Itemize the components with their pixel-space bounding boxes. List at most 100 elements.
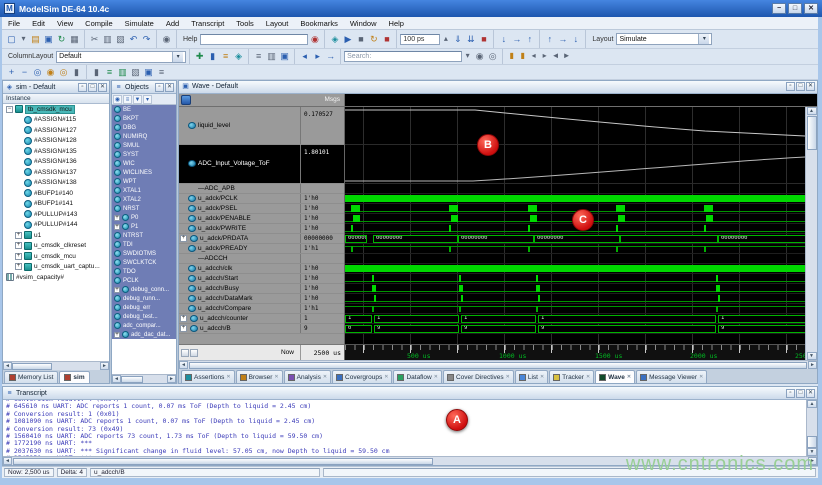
scroll-up-icon[interactable]: ▲ (807, 400, 817, 408)
edge-next-icon[interactable]: ► (561, 50, 572, 63)
object-item[interactable]: WICLINES (112, 168, 176, 177)
tree-item[interactable]: #PULLUP#144 (3, 220, 109, 231)
expand-icon[interactable] (114, 287, 120, 293)
wave-canvas[interactable]: 00000000 00000000 00000000 00000000 0000… (345, 107, 805, 360)
menu-item[interactable]: Help (383, 19, 410, 28)
search-exact-icon[interactable]: ◉ (473, 50, 486, 63)
step-next-icon[interactable]: → (556, 33, 569, 46)
wave-signal-row[interactable]: u_adcch/Compare 1'h1 (179, 304, 344, 314)
sim-float-icon[interactable]: □ (88, 83, 97, 92)
object-item[interactable]: TDI (112, 240, 176, 249)
tree-item[interactable]: #vsim_capacity# (3, 272, 109, 283)
wave-signal-row[interactable]: u_adcch/clk 1'h0 (179, 264, 344, 274)
window-tab[interactable]: Wave ✕ (595, 370, 635, 383)
tab-close-icon[interactable]: ✕ (384, 374, 388, 380)
add-wave-icon[interactable]: ✚ (193, 50, 206, 63)
wave-signal-row[interactable]: ADCCH (179, 254, 344, 264)
maximize-button[interactable]: □ (788, 3, 802, 14)
tree-item[interactable]: u_cmsdk_clkreset (3, 241, 109, 252)
objects-dock-icon[interactable]: ▫ (155, 83, 164, 92)
expand-icon[interactable] (15, 242, 22, 249)
paste-icon[interactable]: ▧ (114, 33, 127, 46)
menu-item[interactable]: Add (160, 19, 185, 28)
tab-close-icon[interactable]: ✕ (434, 374, 438, 380)
tab-close-icon[interactable]: ✕ (226, 374, 230, 380)
tree-item[interactable]: u_cmsdk_mcu (3, 251, 109, 262)
wave-signal-row[interactable]: u_adcch/B 9 (179, 324, 344, 334)
tree-item[interactable]: #ASSIGN#135 (3, 146, 109, 157)
object-item[interactable]: TDO (112, 267, 176, 276)
object-item[interactable]: P1 (112, 222, 176, 231)
object-item[interactable]: debug_runn... (112, 294, 176, 303)
tree-item[interactable]: #BUFP1#141 (3, 199, 109, 210)
save-icon[interactable]: ▣ (42, 33, 55, 46)
open-icon[interactable]: ▤ (29, 33, 42, 46)
select-mode-icon[interactable]: ▮ (90, 66, 103, 79)
cursor-lock-icon[interactable] (190, 349, 198, 357)
zoom-range-icon[interactable]: ◉ (44, 66, 57, 79)
tree-item[interactable]: #ASSIGN#138 (3, 178, 109, 189)
sim-tab[interactable]: sim (59, 371, 89, 383)
expand-icon[interactable] (15, 253, 22, 260)
minimize-button[interactable]: − (772, 3, 786, 14)
insert-mode-icon[interactable]: ≡ (103, 66, 116, 79)
objects-view-icon[interactable]: ≡ (123, 95, 132, 104)
object-item[interactable]: PCLK (112, 276, 176, 285)
menu-item[interactable]: Tools (230, 19, 260, 28)
redo-icon[interactable]: ↷ (140, 33, 153, 46)
tab-close-icon[interactable]: ✕ (274, 374, 278, 380)
scroll-thumb[interactable] (189, 362, 807, 369)
menu-item[interactable]: Edit (26, 19, 51, 28)
edge-prev-icon[interactable]: ◄ (550, 50, 561, 63)
wave-signal-row[interactable]: u_adck/PCLK 1'h0 (179, 194, 344, 204)
wave-close-icon[interactable]: ✕ (806, 82, 815, 91)
help-find-icon[interactable]: ◉ (308, 33, 321, 46)
object-item[interactable]: WIC (112, 159, 176, 168)
new-dropdown-icon[interactable]: ▾ (18, 33, 29, 46)
object-item[interactable]: debug_conn... (112, 285, 176, 294)
cut-icon[interactable]: ✂ (88, 33, 101, 46)
expand-time-icon[interactable]: ▥ (116, 66, 129, 79)
tab-close-icon[interactable]: ✕ (506, 374, 510, 380)
tree-item[interactable]: tb_cmsdk_mcu (3, 104, 109, 115)
object-item[interactable]: adc_dac_dat... (112, 330, 176, 339)
wave-group-icon[interactable] (181, 95, 191, 105)
tree-item[interactable]: u1 (3, 230, 109, 241)
sim-dock-icon[interactable]: ▫ (78, 83, 87, 92)
continue-run-icon[interactable]: ⇊ (464, 33, 477, 46)
sim-tab[interactable]: Memory List (4, 371, 58, 383)
cursor-prev-icon[interactable]: ◂ (528, 50, 539, 63)
add-cursor-icon[interactable]: ▮ (206, 50, 219, 63)
collapse-time-icon[interactable]: ▧ (129, 66, 142, 79)
object-item[interactable]: WPT (112, 177, 176, 186)
msgs-header[interactable]: Msgs (324, 96, 344, 103)
compile-icon[interactable]: ◈ (328, 33, 341, 46)
scroll-right-icon[interactable]: ► (808, 361, 817, 369)
window-tab[interactable]: Analysis ✕ (284, 370, 331, 383)
instance-column-header[interactable]: Instance (3, 94, 109, 104)
scroll-thumb[interactable] (121, 376, 143, 383)
cursor-tool-icon[interactable] (181, 349, 189, 357)
reload-icon[interactable]: ↻ (55, 33, 68, 46)
wave-signal-row[interactable]: u_adck/PENABLE 1'h0 (179, 214, 344, 224)
wave-float-icon[interactable]: □ (796, 82, 805, 91)
search-dropdown-icon[interactable]: ▾ (462, 50, 473, 63)
object-item[interactable]: SYST (112, 150, 176, 159)
help-search-input[interactable] (200, 34, 308, 45)
title-bar[interactable]: M ModelSim DE-64 10.4c − □ ✕ (0, 0, 822, 17)
wave-signal-row[interactable]: ADC_APB (179, 184, 344, 194)
scroll-left-icon[interactable]: ◄ (3, 362, 12, 370)
print-icon[interactable]: ▦ (68, 33, 81, 46)
step-current-icon[interactable]: ↑ (543, 33, 556, 46)
tree-item[interactable]: #ASSIGN#127 (3, 125, 109, 136)
object-item[interactable]: NTRST (112, 231, 176, 240)
window-tab[interactable]: Assertions ✕ (181, 370, 235, 383)
wave-signal-row[interactable]: u_adcch/DataMark 1'h0 (179, 294, 344, 304)
scroll-thumb[interactable] (807, 436, 817, 448)
zoom-in-icon[interactable]: + (5, 66, 18, 79)
run-icon[interactable]: ⇓ (451, 33, 464, 46)
search-input[interactable]: Search: (344, 51, 462, 62)
expand-icon[interactable] (15, 232, 22, 239)
stretch-icon[interactable]: ≡ (155, 66, 168, 79)
tree-item[interactable]: #PULLUP#143 (3, 209, 109, 220)
